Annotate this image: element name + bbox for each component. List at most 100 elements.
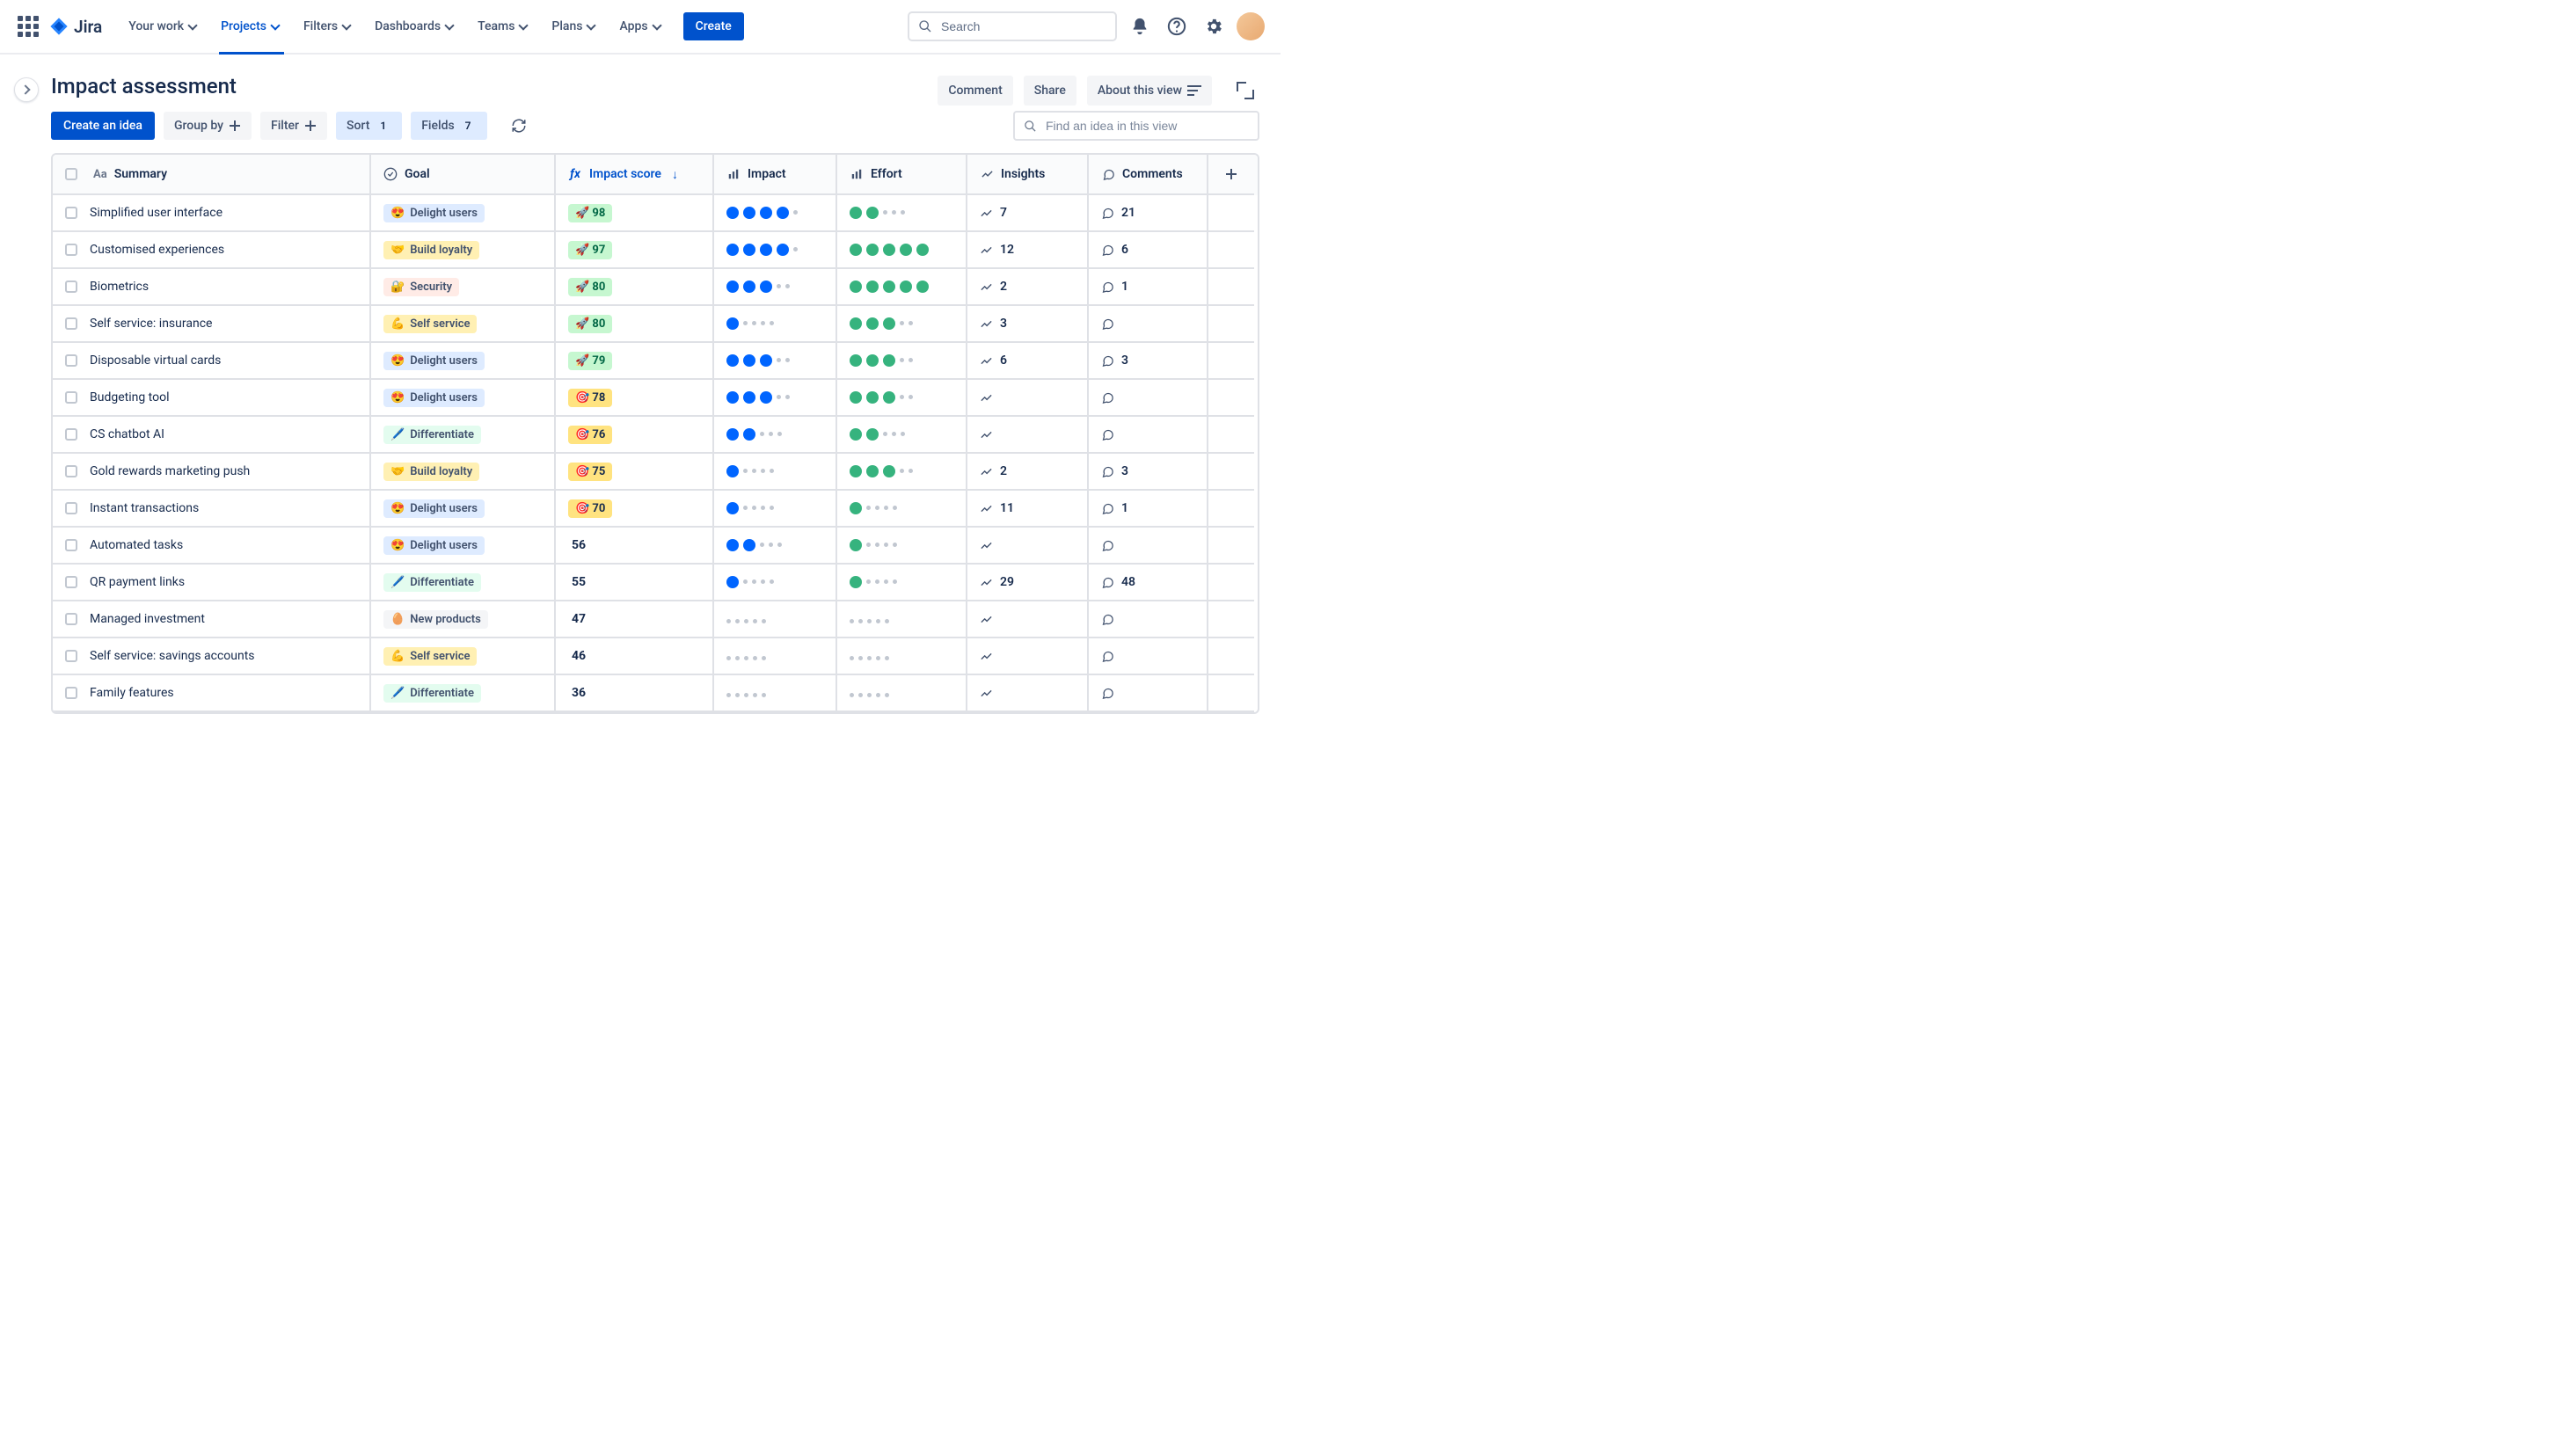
nav-item-apps[interactable]: Apps	[609, 0, 674, 53]
column-effort[interactable]: Effort	[837, 155, 967, 195]
add-column-button[interactable]	[1208, 155, 1254, 195]
table-row[interactable]: CS chatbot AI🖊️Differentiate🎯 76	[53, 417, 1258, 454]
cell-impact[interactable]	[714, 675, 837, 712]
table-row[interactable]: Managed investment🥚New products47	[53, 601, 1258, 638]
cell-comments[interactable]: 6	[1089, 232, 1208, 269]
view-search-input[interactable]	[1044, 118, 1249, 134]
table-row[interactable]: Simplified user interface😍Delight users🚀…	[53, 195, 1258, 232]
cell-summary[interactable]: Disposable virtual cards	[53, 343, 371, 380]
cell-summary[interactable]: Simplified user interface	[53, 195, 371, 232]
cell-impact[interactable]	[714, 195, 837, 232]
create-idea-button[interactable]: Create an idea	[51, 112, 155, 140]
cell-insights[interactable]: 11	[967, 491, 1089, 528]
cell-summary[interactable]: Biometrics	[53, 269, 371, 306]
fullscreen-icon[interactable]	[1231, 77, 1259, 105]
cell-goal[interactable]: 😍Delight users	[371, 491, 556, 528]
cell-insights[interactable]: 7	[967, 195, 1089, 232]
cell-impact-score[interactable]: 🚀 97	[556, 232, 714, 269]
cell-goal[interactable]: 💪Self service	[371, 306, 556, 343]
cell-summary[interactable]: Customised experiences	[53, 232, 371, 269]
settings-icon[interactable]	[1200, 12, 1228, 40]
cell-summary[interactable]: Self service: insurance	[53, 306, 371, 343]
row-checkbox[interactable]	[65, 502, 77, 514]
row-checkbox[interactable]	[65, 613, 77, 625]
cell-impact[interactable]	[714, 343, 837, 380]
cell-comments[interactable]: 1	[1089, 491, 1208, 528]
cell-impact[interactable]	[714, 528, 837, 565]
comment-button[interactable]: Comment	[938, 76, 1012, 106]
notifications-icon[interactable]	[1126, 12, 1154, 40]
cell-effort[interactable]	[837, 638, 967, 675]
cell-insights[interactable]	[967, 675, 1089, 712]
fields-button[interactable]: Fields7	[411, 112, 486, 140]
table-row[interactable]: Instant transactions😍Delight users🎯 7011…	[53, 491, 1258, 528]
table-row[interactable]: Disposable virtual cards😍Delight users🚀 …	[53, 343, 1258, 380]
cell-summary[interactable]: QR payment links	[53, 565, 371, 601]
cell-comments[interactable]: 48	[1089, 565, 1208, 601]
cell-effort[interactable]	[837, 675, 967, 712]
row-checkbox[interactable]	[65, 317, 77, 330]
cell-effort[interactable]	[837, 232, 967, 269]
cell-effort[interactable]	[837, 528, 967, 565]
table-row[interactable]: Self service: insurance💪Self service🚀 80…	[53, 306, 1258, 343]
cell-comments[interactable]	[1089, 528, 1208, 565]
table-row[interactable]: Self service: savings accounts💪Self serv…	[53, 638, 1258, 675]
cell-comments[interactable]	[1089, 417, 1208, 454]
nav-item-dashboards[interactable]: Dashboards	[364, 0, 467, 53]
cell-impact-score[interactable]: 🎯 75	[556, 454, 714, 491]
cell-insights[interactable]: 2	[967, 269, 1089, 306]
table-row[interactable]: Automated tasks😍Delight users56	[53, 528, 1258, 565]
cell-impact[interactable]	[714, 491, 837, 528]
cell-summary[interactable]: Budgeting tool	[53, 380, 371, 417]
cell-comments[interactable]	[1089, 638, 1208, 675]
cell-impact[interactable]	[714, 565, 837, 601]
cell-effort[interactable]	[837, 565, 967, 601]
row-checkbox[interactable]	[65, 576, 77, 588]
table-row[interactable]: Biometrics🔐Security🚀 8021	[53, 269, 1258, 306]
cell-insights[interactable]: 12	[967, 232, 1089, 269]
table-row[interactable]: Gold rewards marketing push🤝Build loyalt…	[53, 454, 1258, 491]
cell-goal[interactable]: 🤝Build loyalty	[371, 232, 556, 269]
cell-impact[interactable]	[714, 232, 837, 269]
cell-impact[interactable]	[714, 306, 837, 343]
cell-goal[interactable]: 😍Delight users	[371, 343, 556, 380]
select-all-checkbox[interactable]	[65, 168, 77, 180]
sidebar-expand-button[interactable]	[14, 77, 39, 102]
view-search[interactable]	[1013, 111, 1259, 141]
group-by-button[interactable]: Group by	[164, 112, 252, 140]
cell-summary[interactable]: Gold rewards marketing push	[53, 454, 371, 491]
row-checkbox[interactable]	[65, 354, 77, 367]
nav-item-teams[interactable]: Teams	[467, 0, 541, 53]
cell-impact[interactable]	[714, 638, 837, 675]
cell-impact[interactable]	[714, 269, 837, 306]
cell-insights[interactable]	[967, 638, 1089, 675]
column-impact[interactable]: Impact	[714, 155, 837, 195]
row-checkbox[interactable]	[65, 244, 77, 256]
cell-impact-score[interactable]: 🚀 80	[556, 269, 714, 306]
row-checkbox[interactable]	[65, 539, 77, 551]
cell-impact-score[interactable]: 36	[556, 675, 714, 712]
cell-goal[interactable]: 🖊️Differentiate	[371, 417, 556, 454]
cell-impact-score[interactable]: 🎯 70	[556, 491, 714, 528]
cell-comments[interactable]	[1089, 601, 1208, 638]
cell-comments[interactable]	[1089, 306, 1208, 343]
cell-goal[interactable]: 🥚New products	[371, 601, 556, 638]
row-checkbox[interactable]	[65, 428, 77, 441]
cell-impact[interactable]	[714, 454, 837, 491]
user-avatar[interactable]	[1237, 12, 1265, 40]
cell-effort[interactable]	[837, 491, 967, 528]
cell-goal[interactable]: 🤝Build loyalty	[371, 454, 556, 491]
cell-effort[interactable]	[837, 269, 967, 306]
help-icon[interactable]	[1163, 12, 1191, 40]
cell-summary[interactable]: Managed investment	[53, 601, 371, 638]
cell-effort[interactable]	[837, 454, 967, 491]
row-checkbox[interactable]	[65, 207, 77, 219]
global-search[interactable]	[908, 11, 1117, 41]
cell-effort[interactable]	[837, 343, 967, 380]
row-checkbox[interactable]	[65, 281, 77, 293]
cell-insights[interactable]	[967, 601, 1089, 638]
nav-item-filters[interactable]: Filters	[293, 0, 364, 53]
row-checkbox[interactable]	[65, 687, 77, 699]
table-row[interactable]: Customised experiences🤝Build loyalty🚀 97…	[53, 232, 1258, 269]
table-row[interactable]: QR payment links🖊️Differentiate552948	[53, 565, 1258, 601]
